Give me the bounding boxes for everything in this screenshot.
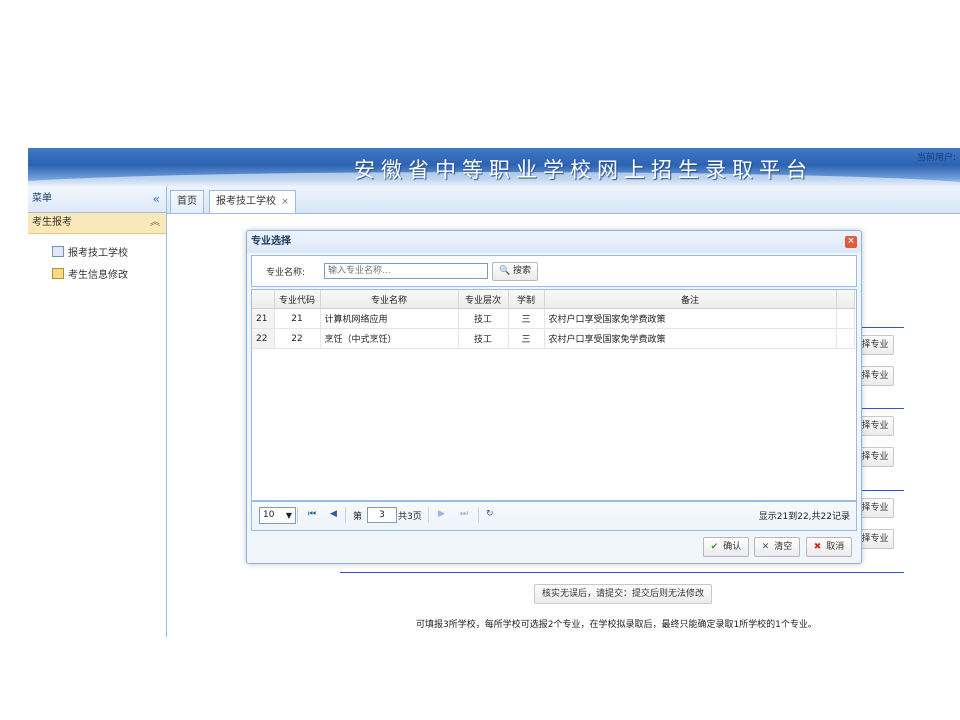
close-icon[interactable]: × <box>281 197 289 207</box>
major-remark-cell: 农村户口享受国家免学费政策 <box>544 308 837 329</box>
major-years-cell: 三 <box>508 308 545 329</box>
section-divider <box>856 408 904 409</box>
section-divider <box>340 572 904 573</box>
empty-cell <box>836 328 855 349</box>
pager-separator <box>428 507 429 523</box>
prev-page-icon[interactable]: ◀ <box>330 509 337 519</box>
cancel-label: 取消 <box>826 542 845 552</box>
pager-separator <box>345 507 346 523</box>
refresh-icon[interactable]: ↻ <box>486 509 494 519</box>
checkmark-icon: ✔ <box>710 542 719 552</box>
clear-label: 清空 <box>774 542 793 552</box>
major-level-cell: 技工 <box>458 308 509 329</box>
header-banner: 安徽省中等职业学校网上招生录取平台 当前用户: <box>28 148 960 186</box>
next-page-icon[interactable]: ▶ <box>438 509 445 519</box>
confirm-button[interactable]: ✔ 确认 <box>703 537 749 557</box>
close-icon[interactable]: × <box>845 236 857 248</box>
cancel-icon: ✖ <box>813 542 822 552</box>
major-name-input[interactable] <box>324 263 488 279</box>
page-size-value: 10 <box>263 510 275 520</box>
sidebar-section-label: 考生报考 <box>32 217 72 228</box>
sidebar-item-apply-school[interactable]: 报考技工学校 <box>52 244 128 259</box>
page-total-label: 共3页 <box>398 512 422 522</box>
last-page-icon[interactable]: ⏭ <box>460 509 468 519</box>
form-icon <box>52 246 64 257</box>
major-table: 专业代码 专业名称 专业层次 学制 备注 21 21 计算机网络应用 技工 三 … <box>251 289 857 501</box>
tab-apply-school[interactable]: 报考技工学校 × <box>209 190 296 213</box>
major-select-dialog: 专业选择 × 专业名称: 🔍 搜索 专业代码 专业名称 专业层次 学制 <box>246 230 862 564</box>
search-label: 专业名称: <box>266 268 306 278</box>
sidebar-title: 菜单 <box>32 193 52 204</box>
scrollbar-header <box>836 290 855 309</box>
row-number: 21 <box>252 308 275 329</box>
major-code-cell: 22 <box>274 328 321 349</box>
submit-button[interactable]: 核实无误后，请提交：提交后则无法修改 <box>534 584 712 604</box>
page-title: 安徽省中等职业学校网上招生录取平台 <box>354 158 813 182</box>
sidebar-item-label: 考生信息修改 <box>68 270 128 281</box>
pager-separator <box>297 507 298 523</box>
section-divider <box>856 490 904 491</box>
search-bar: 专业名称: 🔍 搜索 <box>251 255 857 287</box>
current-user-label: 当前用户: <box>916 153 956 163</box>
row-number-header <box>252 290 275 309</box>
dialog-title: 专业选择 <box>251 236 291 247</box>
major-code-cell: 21 <box>274 308 321 329</box>
page-size-select[interactable]: 10 ▼ <box>259 507 296 524</box>
major-name-cell: 计算机网络应用 <box>320 308 459 329</box>
empty-cell <box>836 308 855 329</box>
table-row[interactable]: 22 22 烹饪（中式烹饪） 技工 三 农村户口享受国家免学费政策 <box>252 328 855 349</box>
search-icon: 🔍 <box>498 266 511 276</box>
sidebar-item-label: 报考技工学校 <box>68 248 128 259</box>
pager-separator <box>478 507 479 523</box>
table-row[interactable]: 21 21 计算机网络应用 技工 三 农村户口享受国家免学费政策 <box>252 308 855 329</box>
sidebar-item-edit-info[interactable]: 考生信息修改 <box>52 266 128 281</box>
confirm-label: 确认 <box>723 542 742 552</box>
edit-icon <box>52 268 64 279</box>
clear-button[interactable]: ✕ 清空 <box>754 537 800 557</box>
tab-bar: 首页 报考技工学校 × <box>167 186 960 214</box>
major-remark-cell: 农村户口享受国家免学费政策 <box>544 328 837 349</box>
section-divider <box>856 327 904 328</box>
page-number-input[interactable]: 3 <box>367 507 397 523</box>
row-number: 22 <box>252 328 275 349</box>
column-header[interactable]: 备注 <box>544 290 837 309</box>
instruction-note: 可填报3所学校，每所学校可选报2个专业，在学校拟录取后，最终只能确定录取1所学校… <box>416 620 817 630</box>
search-button[interactable]: 🔍 搜索 <box>492 262 538 281</box>
sidebar-section-apply[interactable]: 考生报考 ︽ <box>28 213 166 234</box>
pagination-bar: 10 ▼ ⏮ ◀ 第 3 共3页 ▶ ⏭ ↻ 显示21到22,共22记录 <box>251 501 857 531</box>
chevron-down-icon: ▼ <box>285 511 292 520</box>
major-years-cell: 三 <box>508 328 545 349</box>
column-header[interactable]: 专业代码 <box>274 290 321 309</box>
sidebar-header: 菜单 « <box>28 186 166 213</box>
dialog-footer: ✔ 确认 ✕ 清空 ✖ 取消 <box>247 531 861 561</box>
page-prefix-label: 第 <box>353 512 363 522</box>
double-chevron-left-icon[interactable]: « <box>153 186 160 212</box>
table-header-row: 专业代码 专业名称 专业层次 学制 备注 <box>252 290 855 309</box>
tab-label: 首页 <box>177 196 197 207</box>
major-level-cell: 技工 <box>458 328 509 349</box>
major-name-cell: 烹饪（中式烹饪） <box>320 328 459 349</box>
clear-icon: ✕ <box>761 542 770 552</box>
search-button-label: 搜索 <box>513 266 532 276</box>
sidebar: 菜单 « 考生报考 ︽ 报考技工学校 考生信息修改 <box>28 186 167 637</box>
column-header[interactable]: 专业名称 <box>320 290 459 309</box>
column-header[interactable]: 学制 <box>508 290 545 309</box>
double-chevron-up-icon[interactable]: ︽ <box>150 213 160 233</box>
cancel-button[interactable]: ✖ 取消 <box>806 537 852 557</box>
tab-label: 报考技工学校 <box>216 196 276 207</box>
tab-home[interactable]: 首页 <box>170 190 204 213</box>
first-page-icon[interactable]: ⏮ <box>308 509 316 519</box>
dialog-title-bar: 专业选择 × <box>247 231 861 253</box>
record-count-info: 显示21到22,共22记录 <box>758 512 850 522</box>
column-header[interactable]: 专业层次 <box>458 290 509 309</box>
